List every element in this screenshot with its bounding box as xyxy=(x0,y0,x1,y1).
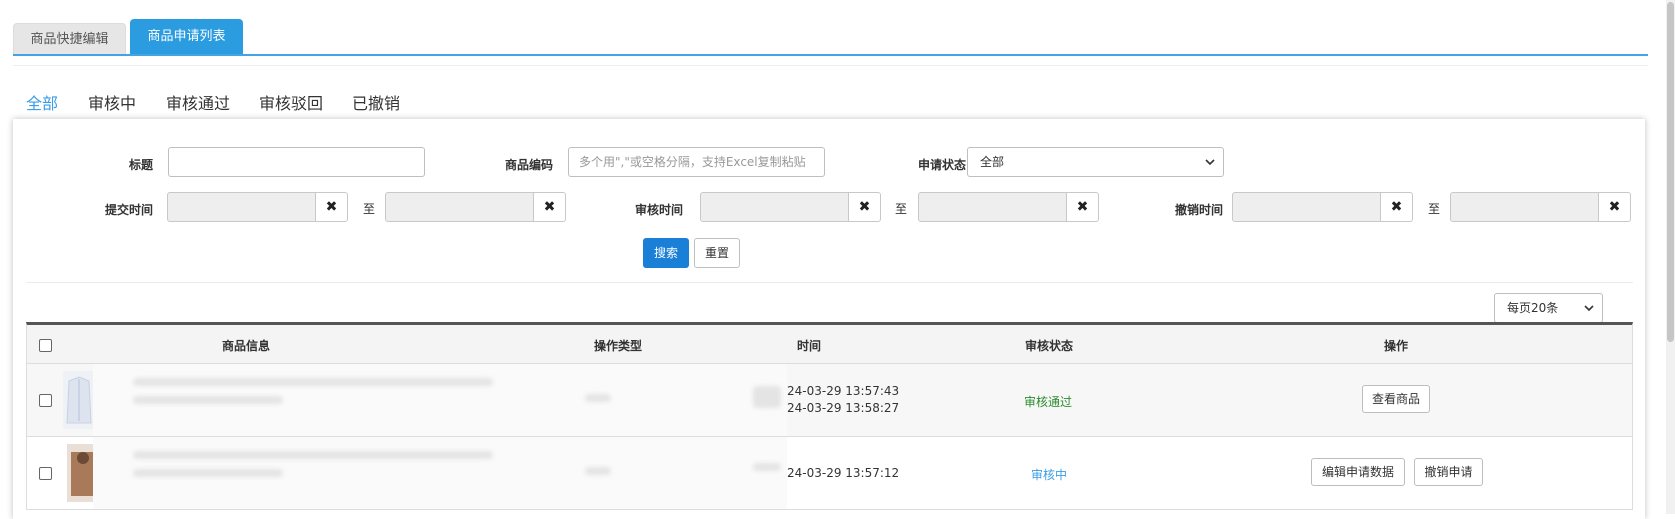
submit-time-label: 提交时间 xyxy=(104,203,153,217)
scrollbar-thumb[interactable] xyxy=(1667,2,1674,342)
title-label: 标题 xyxy=(128,158,153,172)
tab-quick-edit[interactable]: 商品快捷编辑 xyxy=(13,23,126,54)
select-all-checkbox[interactable] xyxy=(39,339,52,352)
table-row: 24-03-29 13:57:43 24-03-29 13:58:27 审核通过… xyxy=(26,364,1633,437)
clear-icon[interactable]: ✖ xyxy=(848,192,881,222)
status-tab-all[interactable]: 全部 xyxy=(26,90,58,114)
status-select[interactable]: 全部 xyxy=(967,147,1224,177)
status-label: 申请状态 xyxy=(917,158,966,172)
status-tab-rejected[interactable]: 审核驳回 xyxy=(259,90,323,114)
header-op-type: 操作类型 xyxy=(593,339,643,353)
product-thumbnail xyxy=(63,371,95,429)
submit-time-start-input[interactable] xyxy=(167,192,316,222)
review-time-start-input[interactable] xyxy=(700,192,849,222)
submit-time-text: 24-03-29 13:57:12 xyxy=(787,466,900,480)
to-label: 至 xyxy=(895,202,908,216)
chevron-down-icon xyxy=(1205,159,1215,166)
clear-icon[interactable]: ✖ xyxy=(1066,192,1099,222)
clear-icon[interactable]: ✖ xyxy=(533,192,566,222)
status-tab-approved[interactable]: 审核通过 xyxy=(166,90,230,114)
to-label: 至 xyxy=(363,202,376,216)
review-time-start: ✖ xyxy=(700,192,881,222)
tab-underline xyxy=(13,54,1648,56)
submit-time-text: 24-03-29 13:57:43 xyxy=(787,384,900,398)
clear-icon[interactable]: ✖ xyxy=(315,192,348,222)
cancel-time-end: ✖ xyxy=(1450,192,1631,222)
search-panel: 标题 商品编码 申请状态 全部 提交时间 ✖ 至 ✖ 审核时间 ✖ 至 ✖ 撤销… xyxy=(13,119,1645,519)
code-input[interactable] xyxy=(568,147,825,177)
clear-icon[interactable]: ✖ xyxy=(1598,192,1631,222)
search-button[interactable]: 搜索 xyxy=(643,238,689,268)
status-badge: 审核通过 xyxy=(1024,395,1073,409)
reset-button[interactable]: 重置 xyxy=(694,238,740,268)
table-row: 24-03-29 13:57:12 审核中 编辑申请数据 撤销申请 xyxy=(26,437,1633,510)
status-select-value: 全部 xyxy=(980,155,1005,169)
edit-application-button[interactable]: 编辑申请数据 xyxy=(1311,458,1405,486)
review-time-end: ✖ xyxy=(918,192,1099,222)
submit-time-start: ✖ xyxy=(167,192,348,222)
tab-apply-list[interactable]: 商品申请列表 xyxy=(130,19,243,54)
cancel-time-start: ✖ xyxy=(1232,192,1413,222)
table-header: 商品信息 操作类型 时间 审核状态 操作 xyxy=(26,322,1633,364)
cancel-application-button[interactable]: 撤销申请 xyxy=(1414,458,1483,486)
redacted-area xyxy=(93,364,787,436)
divider xyxy=(26,282,1633,283)
submit-time-end-input[interactable] xyxy=(385,192,534,222)
page-size-value: 每页20条 xyxy=(1507,301,1559,315)
status-badge: 审核中 xyxy=(1031,468,1068,482)
divider xyxy=(13,65,1648,66)
review-time-label: 审核时间 xyxy=(634,203,683,217)
redacted-area xyxy=(93,437,787,509)
cancel-time-end-input[interactable] xyxy=(1450,192,1599,222)
review-time-end-input[interactable] xyxy=(918,192,1067,222)
page-size-select[interactable]: 每页20条 xyxy=(1494,293,1603,323)
view-product-button[interactable]: 查看商品 xyxy=(1362,385,1430,413)
code-label: 商品编码 xyxy=(504,158,553,172)
title-input[interactable] xyxy=(168,147,425,177)
chevron-down-icon xyxy=(1584,305,1594,312)
to-label: 至 xyxy=(1428,202,1441,216)
review-time-text: 24-03-29 13:58:27 xyxy=(787,401,900,415)
header-status: 审核状态 xyxy=(1024,339,1074,353)
cancel-time-label: 撤销时间 xyxy=(1174,203,1223,217)
header-time: 时间 xyxy=(796,339,822,353)
header-actions: 操作 xyxy=(1383,339,1409,353)
row-checkbox[interactable] xyxy=(39,467,52,480)
row-checkbox[interactable] xyxy=(39,394,52,407)
status-tab-cancelled[interactable]: 已撤销 xyxy=(352,90,400,114)
clear-icon[interactable]: ✖ xyxy=(1380,192,1413,222)
header-product-info: 商品信息 xyxy=(221,339,271,353)
submit-time-end: ✖ xyxy=(385,192,566,222)
cancel-time-start-input[interactable] xyxy=(1232,192,1381,222)
status-tab-reviewing[interactable]: 审核中 xyxy=(88,90,136,114)
